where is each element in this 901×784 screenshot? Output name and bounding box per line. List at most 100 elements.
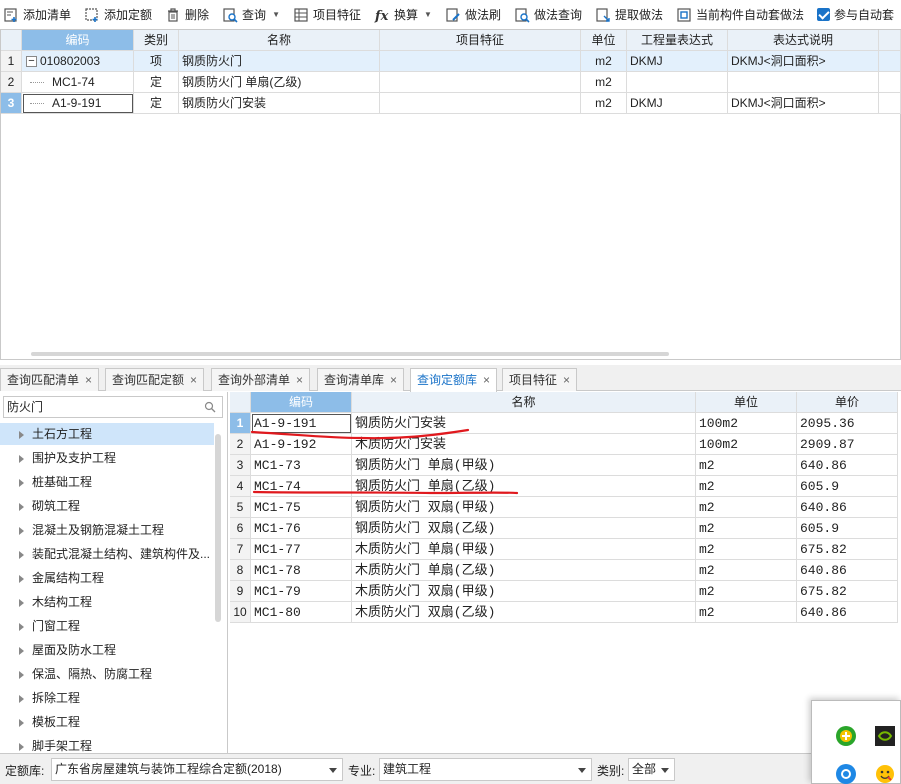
tree-item[interactable]: 模板工程 — [0, 711, 214, 733]
table-cell-name[interactable]: 钢质防火门 — [179, 51, 380, 72]
add-list-button[interactable]: 添加清单 — [3, 6, 71, 23]
quota-cell-unit[interactable]: m2 — [696, 497, 797, 518]
quota-header-unit[interactable]: 单位 — [696, 392, 797, 413]
quota-cell-name[interactable]: 木质防火门 单扇(乙级) — [352, 560, 696, 581]
horizontal-scrollbar[interactable] — [31, 352, 669, 356]
browser-icon[interactable] — [835, 763, 857, 784]
quota-cell-name[interactable]: 钢质防火门安装 — [352, 413, 696, 434]
quota-library-select[interactable]: 广东省房屋建筑与装饰工程综合定额(2018) — [51, 758, 343, 781]
top-header-feature[interactable]: 项目特征 — [380, 30, 581, 51]
table-cell-desc[interactable]: DKMJ<洞口面积> — [728, 51, 879, 72]
expand-arrow-icon[interactable] — [19, 526, 24, 535]
close-icon[interactable]: × — [85, 373, 92, 387]
quota-cell-unit[interactable]: m2 — [696, 539, 797, 560]
top-header-code[interactable]: 编码 — [22, 30, 134, 51]
table-cell-code[interactable]: −010802003 — [22, 51, 134, 72]
expand-arrow-icon[interactable] — [19, 742, 24, 751]
expand-arrow-icon[interactable] — [19, 670, 24, 679]
search-input[interactable]: 防火门 — [3, 396, 223, 418]
quota-cell-price[interactable]: 605.9 — [797, 476, 898, 497]
tree-item[interactable]: 木结构工程 — [0, 591, 214, 613]
quota-cell-name[interactable]: 木质防火门 双扇(乙级) — [352, 602, 696, 623]
quota-cell-code[interactable]: MC1-75 — [251, 497, 352, 518]
table-cell-unit[interactable]: m2 — [581, 93, 627, 114]
tree-item[interactable]: 脚手架工程 — [0, 735, 214, 753]
close-icon[interactable]: × — [190, 373, 197, 387]
quota-row-number[interactable]: 3 — [230, 455, 251, 476]
quota-cell-unit[interactable]: m2 — [696, 602, 797, 623]
quota-cell-name[interactable]: 钢质防火门 双扇(乙级) — [352, 518, 696, 539]
quota-row-number[interactable]: 2 — [230, 434, 251, 455]
quota-cell-price[interactable]: 640.86 — [797, 497, 898, 518]
top-header-desc[interactable]: 表达式说明 — [728, 30, 879, 51]
table-cell-unit[interactable]: m2 — [581, 51, 627, 72]
major-select[interactable]: 建筑工程 — [379, 758, 592, 781]
quota-cell-unit[interactable]: m2 — [696, 518, 797, 539]
tree-item[interactable]: 拆除工程 — [0, 687, 214, 709]
close-icon[interactable]: × — [296, 373, 303, 387]
quota-row-number[interactable]: 9 — [230, 581, 251, 602]
quota-cell-unit[interactable]: m2 — [696, 455, 797, 476]
security-app-icon[interactable] — [835, 725, 857, 747]
table-cell-name[interactable]: 钢质防火门 单扇(乙级) — [179, 72, 380, 93]
quota-cell-code[interactable]: MC1-80 — [251, 602, 352, 623]
quota-cell-code[interactable]: MC1-77 — [251, 539, 352, 560]
expand-arrow-icon[interactable] — [19, 430, 24, 439]
tab-project-feature[interactable]: 项目特征 × — [502, 368, 578, 391]
expand-arrow-icon[interactable] — [19, 718, 24, 727]
table-cell-name[interactable]: 钢质防火门安装 — [179, 93, 380, 114]
quota-row-number[interactable]: 10 — [230, 602, 251, 623]
quota-cell-name[interactable]: 木质防火门 单扇(甲级) — [352, 539, 696, 560]
top-header-expr[interactable]: 工程量表达式 — [627, 30, 728, 51]
close-icon[interactable]: × — [390, 373, 397, 387]
emoji-input-icon[interactable] — [875, 764, 895, 784]
quota-cell-code[interactable]: MC1-74 — [251, 476, 352, 497]
quota-header-name[interactable]: 名称 — [352, 392, 696, 413]
query-button[interactable]: 查询 ▼ — [222, 6, 280, 23]
table-cell-expr[interactable]: DKMJ — [627, 51, 728, 72]
method-query-button[interactable]: 做法查询 — [514, 6, 582, 23]
table-cell-desc[interactable] — [728, 72, 879, 93]
tree-item[interactable]: 屋面及防水工程 — [0, 639, 214, 661]
category-select[interactable]: 全部 — [628, 758, 675, 781]
quota-cell-price[interactable]: 2095.36 — [797, 413, 898, 434]
quota-row-number[interactable]: 5 — [230, 497, 251, 518]
expand-arrow-icon[interactable] — [19, 646, 24, 655]
extract-method-button[interactable]: 提取做法 — [595, 6, 663, 23]
quota-header-code[interactable]: 编码 — [251, 392, 352, 413]
tab-match-quota[interactable]: 查询匹配定额 × — [105, 368, 205, 391]
nvidia-icon[interactable] — [875, 726, 895, 746]
table-cell-expr[interactable]: DKMJ — [627, 93, 728, 114]
collapse-icon[interactable]: − — [26, 56, 37, 68]
convert-button[interactable]: fx 换算 ▼ — [374, 6, 432, 23]
expand-arrow-icon[interactable] — [19, 502, 24, 511]
quota-cell-unit[interactable]: m2 — [696, 581, 797, 602]
quota-header-price[interactable]: 单价 — [797, 392, 898, 413]
quota-cell-name[interactable]: 钢质防火门 单扇(甲级) — [352, 455, 696, 476]
tree-item[interactable]: 金属结构工程 — [0, 567, 214, 589]
expand-arrow-icon[interactable] — [19, 598, 24, 607]
table-cell-code[interactable]: MC1-74 — [22, 72, 134, 93]
quota-cell-code[interactable]: MC1-79 — [251, 581, 352, 602]
tab-list-library[interactable]: 查询清单库 × — [317, 368, 405, 391]
table-cell-type[interactable]: 定 — [134, 93, 179, 114]
auto-apply-button[interactable]: 当前构件自动套做法 — [676, 6, 804, 23]
expand-arrow-icon[interactable] — [19, 478, 24, 487]
expand-arrow-icon[interactable] — [19, 454, 24, 463]
quota-cell-price[interactable]: 640.86 — [797, 560, 898, 581]
tab-match-list[interactable]: 查询匹配清单 × — [0, 368, 100, 391]
quota-row-number[interactable]: 4 — [230, 476, 251, 497]
quota-cell-name[interactable]: 钢质防火门 单扇(乙级) — [352, 476, 696, 497]
quota-cell-code[interactable]: MC1-78 — [251, 560, 352, 581]
tree-item[interactable]: 混凝土及钢筋混凝土工程 — [0, 519, 214, 541]
quota-cell-price[interactable]: 2909.87 — [797, 434, 898, 455]
quota-cell-price[interactable]: 605.9 — [797, 518, 898, 539]
top-row-number[interactable]: 2 — [1, 72, 22, 93]
table-cell-type[interactable]: 项 — [134, 51, 179, 72]
tree-item[interactable]: 装配式混凝土结构、建筑构件及... — [0, 543, 214, 565]
quota-cell-price[interactable]: 640.86 — [797, 455, 898, 476]
vertical-scrollbar[interactable] — [215, 434, 221, 622]
top-row-number[interactable]: 1 — [1, 51, 22, 72]
quota-cell-unit[interactable]: m2 — [696, 476, 797, 497]
checkbox-checked-icon[interactable] — [817, 8, 830, 21]
